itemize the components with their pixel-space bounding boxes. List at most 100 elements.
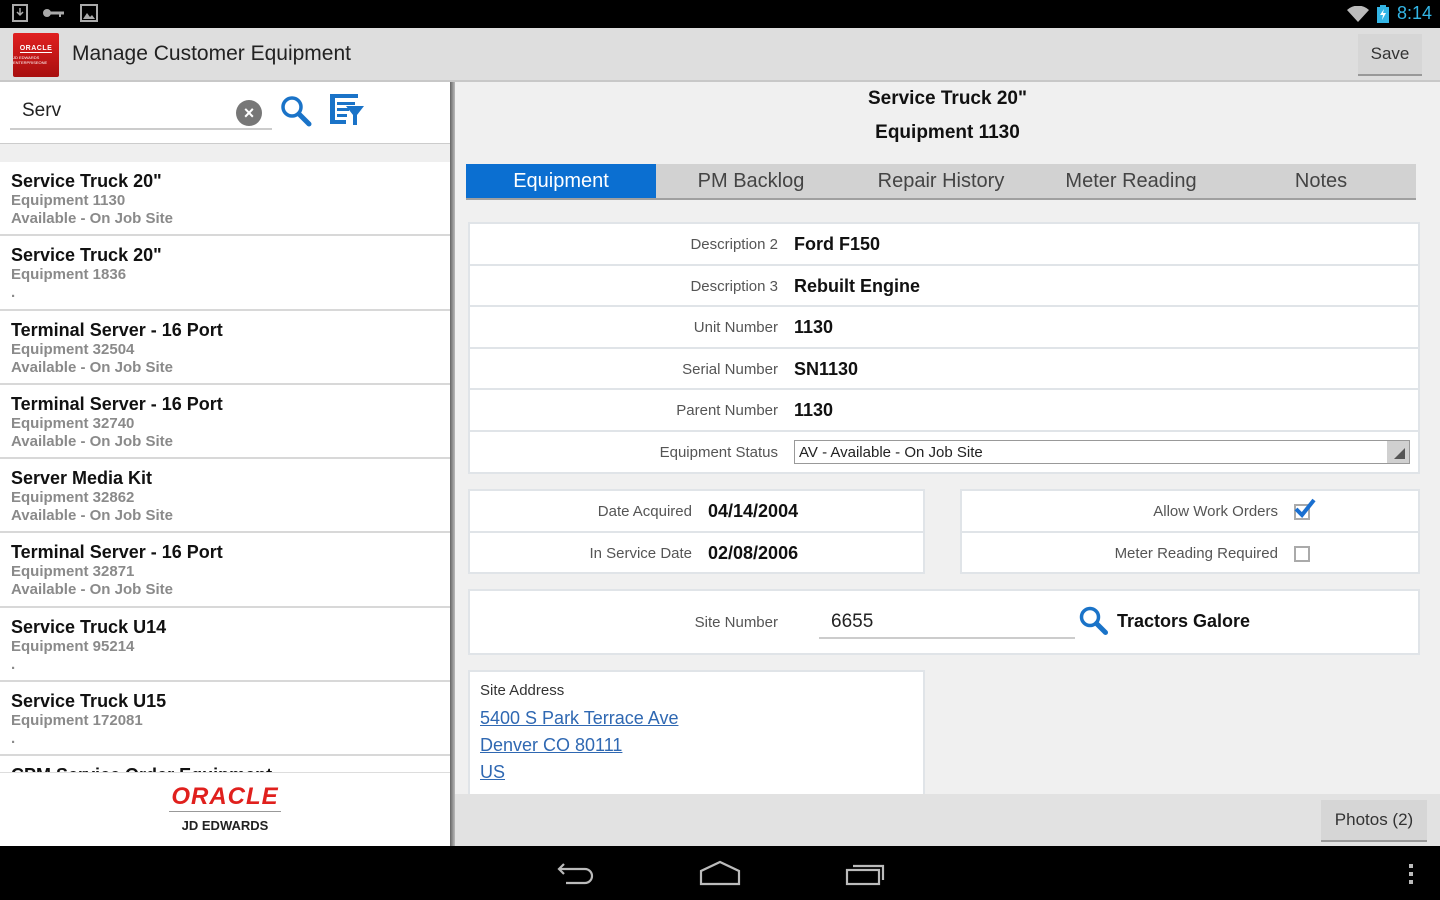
field-row: In Service Date 02/08/2006 (470, 533, 923, 575)
item-status: Available - On Job Site (11, 358, 173, 376)
oracle-brand: ORACLE (169, 783, 281, 812)
battery-charging-icon (1376, 4, 1389, 23)
item-status: Available - On Job Site (11, 581, 173, 599)
dates-card: Date Acquired 04/14/2004 In Service Date 0… (468, 489, 925, 574)
item-title: Service Truck U14 (11, 616, 167, 637)
tab-repair-history[interactable]: Repair History (846, 164, 1036, 198)
jde-product: JD EDWARDS (181, 818, 269, 833)
item-title: Service Truck 20" (11, 245, 162, 266)
field-label: Unit Number (693, 319, 778, 337)
item-status: . (11, 284, 16, 302)
field-value: 04/14/2004 (708, 501, 799, 521)
item-equipment: Equipment 1130 (11, 192, 126, 209)
list-item[interactable]: Terminal Server - 16 Port Equipment 32871… (0, 533, 450, 608)
search-row: × (0, 82, 450, 144)
status-bar: 8:14 (0, 0, 1440, 28)
field-row: Allow Work Orders (962, 491, 1418, 533)
meter-reading-required-checkbox[interactable] (1294, 545, 1310, 562)
address-country-link[interactable]: US (480, 762, 505, 783)
site-address-card: Site Address 5400 S Park Terrace Ave Den… (468, 670, 925, 800)
item-title: Service Truck 20" (11, 171, 162, 191)
download-icon (12, 4, 28, 22)
tab-notes[interactable]: Notes (1226, 164, 1416, 198)
save-button[interactable]: Save (1358, 34, 1422, 76)
app-logo: ORACLE JD EDWARDS ENTERPRISEONE (13, 33, 59, 77)
item-equipment: Equipment 172081 (11, 712, 143, 730)
recent-apps-icon[interactable] (844, 862, 888, 886)
item-title: Terminal Server - 16 Port (11, 319, 223, 340)
list-item[interactable]: Terminal Server - 16 Port Equipment 32740… (0, 385, 450, 460)
list-item[interactable]: Terminal Server - 16 Port Equipment 32504… (0, 311, 450, 385)
image-icon (80, 4, 98, 22)
bottom-bar: Photos (2) (455, 794, 1440, 846)
app-title: Manage Customer Equipment (72, 42, 351, 65)
field-value: Rebuilt Engine (794, 275, 920, 296)
item-equipment: Equipment 32871 (11, 563, 135, 581)
search-field: × (10, 94, 272, 130)
site-name: Tractors Galore (1117, 611, 1251, 631)
back-icon[interactable] (556, 862, 596, 886)
field-row: Date Acquired 04/14/2004 (470, 491, 923, 533)
field-row: Equipment Status AV - Available - On Job… (470, 432, 1418, 474)
select-value: AV - Available - On Job Site (799, 443, 983, 461)
field-value: 1130 (794, 317, 834, 338)
field-label: Allow Work Orders (1153, 503, 1278, 520)
list-item[interactable]: Service Truck 20" Equipment 1130 Available… (0, 162, 450, 237)
action-bar: ORACLE JD EDWARDS ENTERPRISEONE Manage C… (0, 28, 1440, 82)
address-city-link[interactable]: Denver CO 80111 (480, 735, 622, 756)
item-title: Terminal Server - 16 Port (11, 542, 223, 563)
item-equipment: Equipment 95214 (11, 637, 135, 655)
field-value: SN1130 (794, 358, 859, 379)
field-label: Description 3 (690, 277, 778, 295)
equipment-list-panel: × Service Truck 20"Equipment 1130Availab… (0, 82, 450, 846)
item-status: Available - On Job Site (11, 432, 173, 450)
field-row: Description 2 Ford F150 (470, 224, 1418, 266)
field-row: Parent Number 1130 (470, 390, 1418, 432)
home-icon[interactable] (698, 860, 742, 886)
field-label: Date Acquired (597, 503, 692, 520)
item-status: Available - On Job Site (11, 507, 173, 525)
tab-equipment[interactable]: Equipment (466, 164, 656, 198)
list-item[interactable]: Service Truck U14 Equipment 95214. (0, 608, 450, 683)
list-item[interactable]: Server Media Kit Equipment 32862 Available… (0, 459, 450, 534)
site-card: Site Number 6655 Tractors Galore (468, 589, 1420, 655)
tab-meter-reading[interactable]: Meter Reading (1036, 164, 1226, 198)
site-number-label: Site Number (694, 614, 778, 631)
field-label: Description 2 (690, 236, 778, 253)
item-status: Available - On Job Site (11, 210, 173, 227)
equipment-status-select[interactable]: AV - Available - On Job Site (794, 439, 1410, 464)
site-search-icon[interactable] (1078, 605, 1110, 637)
field-row: Meter Reading Required (962, 533, 1418, 575)
item-title: Server Media Kit (11, 468, 153, 489)
clear-search-icon[interactable]: × (236, 100, 262, 126)
equipment-list: Service Truck 20" Equipment 1130 Available… (0, 162, 450, 774)
list-item[interactable]: Service Truck U15 Equipment 172081. (0, 682, 450, 757)
overflow-menu-icon[interactable] (1406, 862, 1416, 886)
item-status: . (11, 730, 16, 748)
field-value: 1130 (794, 400, 834, 421)
field-label: In Service Date (589, 544, 692, 562)
logo-brand: ORACLE (19, 45, 53, 53)
field-value: Ford F150 (794, 234, 881, 254)
site-number-input[interactable]: 6655 (819, 605, 1075, 639)
filter-icon[interactable] (328, 92, 366, 128)
detail-title: Service Truck 20" (867, 88, 1027, 109)
field-label: Meter Reading Required (1114, 544, 1278, 562)
item-equipment: Equipment 32862 (11, 489, 135, 507)
detail-subtitle: Equipment 1130 (875, 122, 1020, 143)
search-input[interactable] (22, 100, 222, 122)
list-item[interactable]: Service Truck 20" Equipment 1836. (0, 236, 450, 311)
search-icon[interactable] (279, 94, 313, 128)
tab-pm-backlog[interactable]: PM Backlog (656, 164, 846, 198)
site-address-label: Site Address (480, 682, 565, 699)
equipment-detail-panel: Service Truck 20" Equipment 1130 Equipme… (455, 82, 1440, 800)
wifi-icon (1346, 5, 1369, 22)
photos-button[interactable]: Photos (2) (1321, 800, 1427, 842)
address-street-link[interactable]: 5400 S Park Terrace Ave (480, 708, 678, 729)
item-equipment: Equipment 1836 (11, 266, 127, 284)
item-status: . (11, 655, 16, 673)
dropdown-arrow-icon (1387, 440, 1409, 463)
item-title: Terminal Server - 16 Port (11, 393, 223, 414)
field-value: 02/08/2006 (708, 542, 799, 563)
item-equipment: Equipment 32504 (11, 340, 135, 358)
